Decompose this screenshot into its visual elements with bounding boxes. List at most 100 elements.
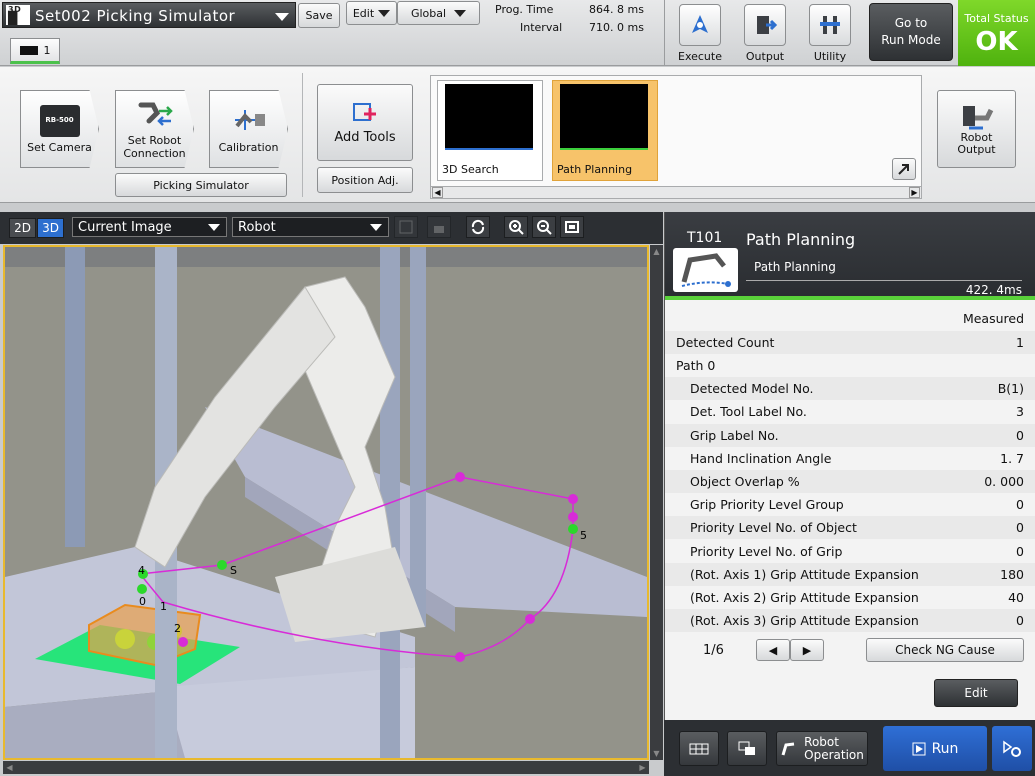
set-camera-button[interactable]: RB-500 Set Camera [20, 90, 99, 168]
row-label: (Rot. Axis 1) Grip Attitude Expansion [690, 567, 919, 582]
scroll-up-icon[interactable]: ▲ [651, 246, 662, 257]
path-planning-icon [673, 248, 738, 292]
result-row: Grip Priority Level Group 0 [665, 493, 1035, 516]
save-button[interactable]: Save [298, 3, 340, 28]
run-button[interactable]: Run [883, 726, 987, 771]
path-point-label: 2 [174, 622, 181, 635]
prev-page-button[interactable]: ◀ [756, 639, 790, 661]
check-ng-cause-button[interactable]: Check NG Cause [866, 638, 1024, 662]
utility-button[interactable]: Utility [800, 4, 860, 63]
image-select-dropdown[interactable]: Current Image [72, 217, 227, 237]
total-status-label: Total Status [964, 11, 1029, 25]
bottom-bar: Robot Operation Run [664, 720, 1035, 776]
global-dropdown[interactable]: Global [397, 1, 480, 25]
calibration-button[interactable]: Calibration [209, 90, 288, 168]
fit-view-icon[interactable] [560, 216, 584, 238]
tool-card-path-planning[interactable]: Path Planning [552, 80, 658, 181]
tool-card-label: 3D Search [442, 163, 499, 176]
measured-header-label: Measured [962, 311, 1024, 326]
execute-icon [679, 4, 721, 46]
utility-label: Utility [813, 50, 847, 63]
result-panel: T101 Path Planning Path Planning 422. 4m… [664, 212, 1035, 720]
total-status-badge: Total Status OK [958, 0, 1035, 66]
row-label: Det. Tool Label No. [690, 404, 807, 419]
tab-page-label: 1 [43, 43, 51, 57]
scroll-left-icon[interactable]: ◀ [432, 187, 443, 198]
tool-subtitle: Path Planning [754, 260, 836, 274]
execute-button[interactable]: Execute [670, 4, 730, 63]
scene-render: S 0 1 2 4 5 [5, 247, 647, 758]
window-button[interactable] [727, 731, 767, 766]
result-row: Det. Tool Label No. 3 [665, 400, 1035, 423]
picking-simulator-button[interactable]: Picking Simulator [115, 173, 287, 197]
vertical-scrollbar[interactable]: ▲ ▼ [650, 245, 663, 760]
mode-3d-button[interactable]: 3D [37, 218, 64, 238]
scroll-right-icon[interactable]: ▶ [909, 187, 920, 198]
go-to-label: Go to [894, 16, 928, 30]
chevron-down-icon [208, 223, 220, 231]
robot-operation-label-1: Robot [804, 734, 839, 749]
edit-label: Edit [352, 6, 375, 20]
total-status-value: OK [975, 26, 1018, 57]
layout-icon[interactable] [394, 216, 418, 238]
row-label: Detected Count [676, 335, 775, 350]
zoom-out-icon[interactable] [532, 216, 556, 238]
result-row: (Rot. Axis 3) Grip Attitude Expansion 0 [665, 609, 1035, 632]
refresh-icon[interactable] [466, 216, 490, 238]
result-row: Priority Level No. of Grip 0 [665, 540, 1035, 563]
expand-icon[interactable] [892, 158, 916, 180]
horizontal-scrollbar[interactable]: ◀ ▶ [3, 761, 649, 774]
scene-selector[interactable]: 3D █ Set002 Picking Simulator [2, 2, 296, 28]
divider [664, 0, 665, 66]
robot-output-button[interactable]: Robot Output [937, 90, 1016, 168]
3d-view-canvas[interactable]: S 0 1 2 4 5 [3, 245, 649, 760]
row-label: Object Overlap % [690, 474, 800, 489]
result-row: Priority Level No. of Object 0 [665, 516, 1035, 539]
add-tools-button[interactable]: Add Tools [317, 84, 413, 161]
tool-header: T101 Path Planning Path Planning 422. 4m… [665, 212, 1035, 300]
run-settings-button[interactable] [992, 726, 1032, 771]
row-value: B(1) [997, 381, 1024, 396]
image-select-value: Current Image [78, 219, 172, 235]
tool-toolbar: RB-500 Set Camera Set Robot Connection C… [0, 67, 1035, 203]
lock-view-icon[interactable] [427, 216, 451, 238]
position-adj-button[interactable]: Position Adj. [317, 167, 413, 193]
view-toolbar: 2D 3D Current Image Robot [0, 212, 663, 244]
play-icon [912, 742, 926, 755]
run-mode-label: Run Mode [881, 33, 941, 47]
next-page-button[interactable]: ▶ [790, 639, 824, 661]
set-robot-label-2: Connection [123, 147, 186, 160]
interval-label: Interval [520, 21, 563, 34]
pager: 1/6 ◀ ▶ Check NG Cause [665, 636, 1035, 666]
robot-select-dropdown[interactable]: Robot [232, 217, 389, 237]
tab-page-1[interactable]: 1 [10, 38, 60, 64]
result-row: (Rot. Axis 1) Grip Attitude Expansion 180 [665, 563, 1035, 586]
edit-dropdown[interactable]: Edit [346, 1, 397, 25]
edit-tool-button[interactable]: Edit [934, 679, 1018, 707]
row-label: (Rot. Axis 2) Grip Attitude Expansion [690, 590, 919, 605]
prev-icon: ◀ [768, 643, 778, 657]
scroll-right-icon[interactable]: ▶ [637, 762, 648, 773]
zoom-in-icon[interactable] [504, 216, 528, 238]
scroll-down-icon[interactable]: ▼ [651, 748, 662, 759]
camera-icon: RB-500 [39, 104, 80, 137]
output-label: Output [745, 50, 785, 63]
result-row: Hand Inclination Angle 1. 7 [665, 447, 1035, 470]
execute-label: Execute [678, 50, 722, 63]
row-value: 0 [1016, 613, 1024, 628]
mode-2d-button[interactable]: 2D [9, 218, 36, 238]
robot-operation-button[interactable]: Robot Operation [776, 731, 868, 766]
utility-icon [809, 4, 851, 46]
set-robot-connection-button[interactable]: Set Robot Connection [115, 90, 194, 168]
output-icon [744, 4, 786, 46]
tool-card-3d-search[interactable]: 3D Search [437, 80, 543, 181]
layout-grid-button[interactable] [679, 731, 719, 766]
row-value: 0 [1016, 544, 1024, 559]
row-label: Grip Priority Level Group [690, 497, 844, 512]
row-value: 180 [1000, 567, 1024, 582]
scroll-left-icon[interactable]: ◀ [4, 762, 15, 773]
go-to-run-mode-button[interactable]: Go to Run Mode [869, 3, 953, 61]
tool-flow-scrollbar[interactable]: ◀ ▶ [431, 186, 921, 198]
robot-output-label-2: Output [957, 143, 996, 156]
output-button[interactable]: Output [735, 4, 795, 63]
